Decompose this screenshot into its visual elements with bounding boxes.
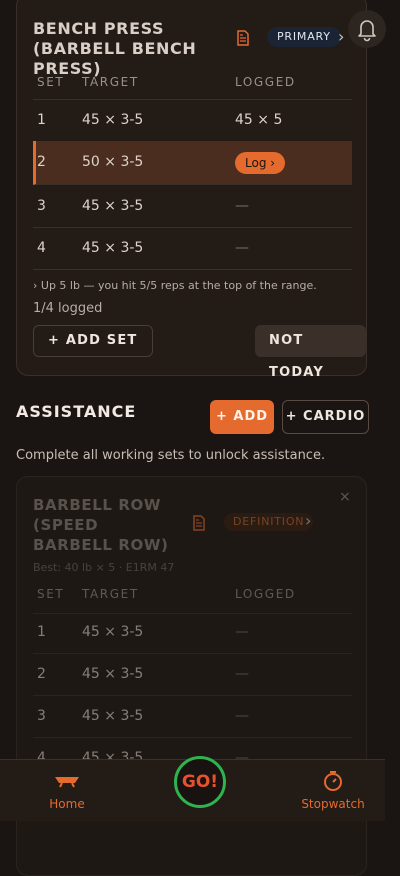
- chevron-right-icon[interactable]: ›: [338, 27, 344, 46]
- barbell-icon: [55, 777, 79, 788]
- set-number: 2: [37, 666, 46, 682]
- target-value: 45 × 3-5: [82, 112, 144, 128]
- add-cardio-button[interactable]: + CARDIO: [282, 400, 369, 434]
- set-number: 1: [37, 624, 46, 640]
- logged-value: —: [235, 198, 249, 214]
- stopwatch-icon: [324, 771, 342, 791]
- table-row: 3 45 × 3-5 —: [33, 695, 352, 738]
- table-header: SET TARGET LOGGED: [33, 63, 352, 100]
- set-number: 2: [37, 154, 46, 170]
- header-logged: LOGGED: [235, 587, 296, 601]
- log-button[interactable]: Log ›: [235, 152, 286, 174]
- table-row-active[interactable]: 2 50 × 3-5 Log ›: [33, 141, 352, 185]
- document-icon[interactable]: [191, 515, 207, 531]
- bell-icon: [358, 20, 376, 42]
- primary-badge: PRIMARY: [267, 27, 341, 47]
- header-logged: LOGGED: [235, 75, 296, 89]
- add-assistance-button[interactable]: + ADD: [210, 400, 274, 434]
- header-set: SET: [37, 587, 65, 601]
- logged-value: —: [235, 624, 249, 640]
- close-icon[interactable]: ×: [339, 489, 351, 505]
- target-value: 45 × 3-5: [82, 708, 144, 724]
- header-target: TARGET: [82, 587, 139, 601]
- set-number: 3: [37, 708, 46, 724]
- table-row[interactable]: 3 45 × 3-5 —: [33, 185, 352, 228]
- nav-stopwatch[interactable]: Stopwatch: [298, 770, 368, 811]
- table-row: 1 45 × 3-5 —: [33, 611, 352, 654]
- chevron-right-icon[interactable]: ›: [305, 511, 311, 530]
- best-record: Best: 40 lb × 5 · E1RM 47: [33, 561, 175, 574]
- logged-value: —: [235, 708, 249, 724]
- notifications-button[interactable]: [348, 10, 386, 48]
- logged-value: —: [235, 240, 249, 256]
- nav-home-label: Home: [49, 797, 85, 811]
- target-value: 45 × 3-5: [82, 240, 144, 256]
- exercise-title[interactable]: BARBELL ROW (SPEED BARBELL ROW): [33, 495, 183, 555]
- table-header: SET TARGET LOGGED: [33, 577, 352, 614]
- assistance-heading: ASSISTANCE: [16, 402, 137, 421]
- nav-stopwatch-label: Stopwatch: [301, 797, 365, 811]
- header-target: TARGET: [82, 75, 139, 89]
- logged-count: 1/4 logged: [33, 301, 103, 316]
- bottom-nav: Home GO! Stopwatch: [0, 756, 385, 821]
- go-button[interactable]: GO!: [174, 756, 226, 808]
- not-today-button[interactable]: NOT TODAY: [255, 325, 366, 380]
- target-value: 50 × 3-5: [82, 154, 144, 170]
- table-row[interactable]: 4 45 × 3-5 —: [33, 227, 352, 270]
- set-number: 1: [37, 112, 46, 128]
- target-value: 45 × 3-5: [82, 198, 144, 214]
- table-row[interactable]: 1 45 × 3-5 45 × 5: [33, 99, 352, 142]
- logged-value: —: [235, 666, 249, 682]
- definition-badge: DEFINITION: [224, 513, 314, 531]
- target-value: 45 × 3-5: [82, 666, 144, 682]
- assistance-note: Complete all working sets to unlock assi…: [16, 448, 326, 463]
- add-set-button[interactable]: + ADD SET: [33, 325, 153, 357]
- progression-hint[interactable]: › Up 5 lb — you hit 5/5 reps at the top …: [33, 279, 317, 292]
- logged-value: 45 × 5: [235, 112, 283, 128]
- target-value: 45 × 3-5: [82, 624, 144, 640]
- set-number: 3: [37, 198, 46, 214]
- set-number: 4: [37, 240, 46, 256]
- primary-exercise-card: BENCH PRESS (BARBELL BENCH PRESS) PRIMAR…: [16, 0, 367, 380]
- document-icon[interactable]: [235, 30, 251, 46]
- table-row: 2 45 × 3-5 —: [33, 653, 352, 696]
- header-set: SET: [37, 75, 65, 89]
- nav-home[interactable]: Home: [34, 770, 100, 811]
